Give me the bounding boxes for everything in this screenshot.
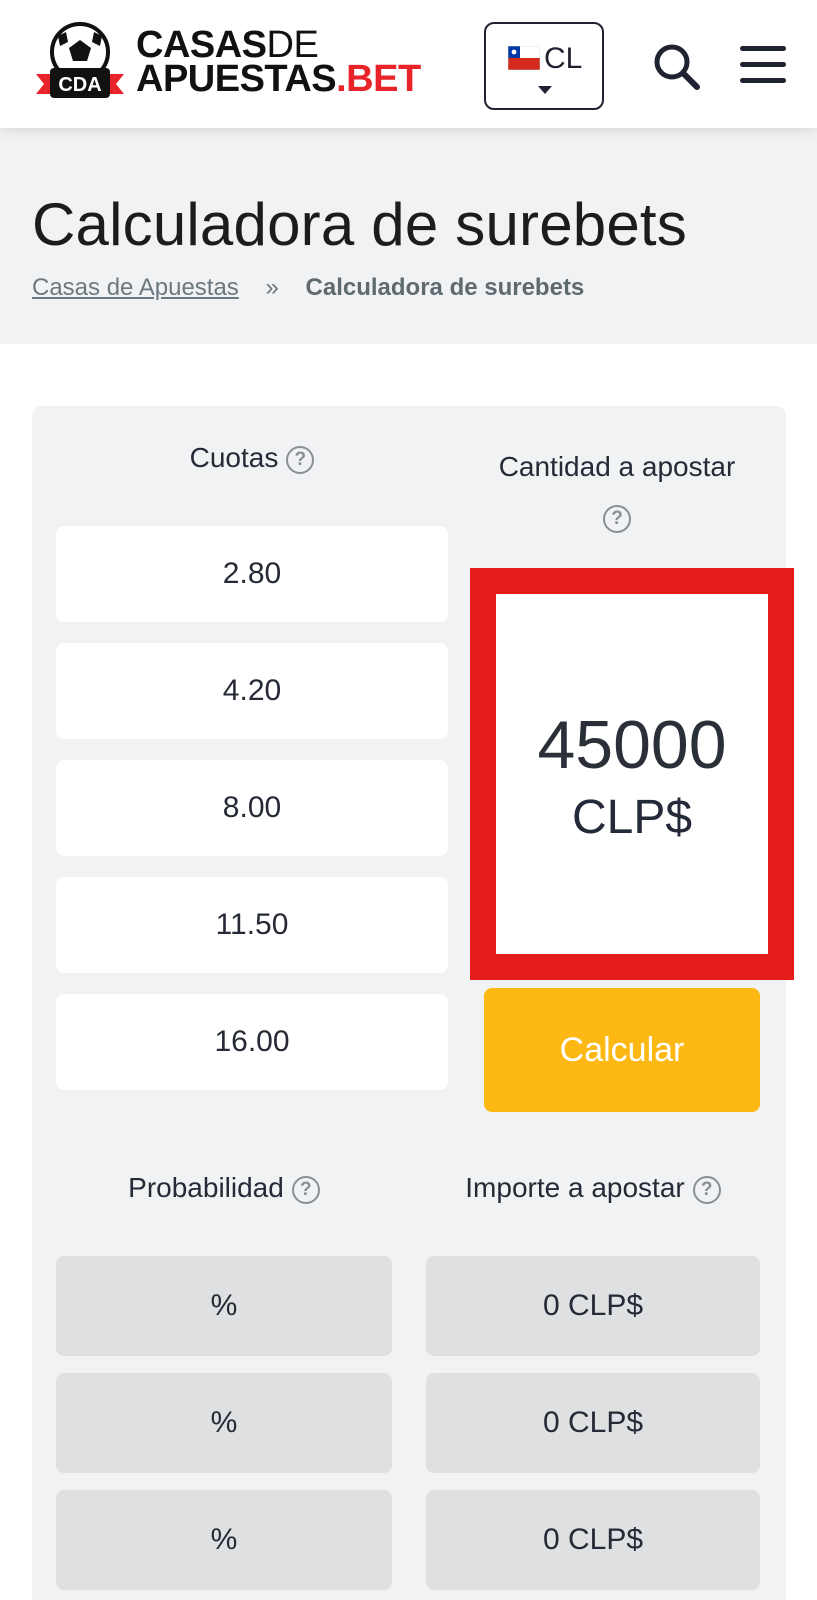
breadcrumb-home-link[interactable]: Casas de Apuestas <box>32 274 239 301</box>
site-header: CDA CASASDE APUESTAS.BET CL <box>0 0 817 128</box>
odds-input-4[interactable]: 11.50 <box>56 877 448 973</box>
language-code: CL <box>544 42 583 75</box>
probability-result-3: % <box>56 1490 392 1590</box>
odds-input-1[interactable]: 2.80 <box>56 526 448 622</box>
chile-flag-icon <box>508 46 540 70</box>
odds-input-5[interactable]: 16.00 <box>56 994 448 1090</box>
calculate-button[interactable]: Calcular <box>484 988 760 1112</box>
odds-input-3[interactable]: 8.00 <box>56 760 448 856</box>
probability-result-2: % <box>56 1373 392 1473</box>
stake-value: 45000 <box>537 707 727 783</box>
breadcrumb-separator: » <box>265 274 279 301</box>
page-title-section: Calculadora de surebets Casas de Apuesta… <box>0 128 817 344</box>
odds-column-header: Cuotas? <box>56 442 448 474</box>
logo-word-apuestas: APUESTAS <box>136 58 337 100</box>
amount-column-header: Importe a apostar? <box>426 1172 760 1204</box>
stake-column-header: Cantidad a apostar ? <box>472 442 762 542</box>
amount-label: Importe a apostar <box>465 1172 685 1203</box>
probability-label: Probabilidad <box>128 1172 284 1203</box>
help-icon[interactable]: ? <box>291 1175 320 1204</box>
help-icon[interactable]: ? <box>692 1175 721 1204</box>
stake-currency: CLP$ <box>571 791 693 844</box>
logo-badge-text: CDA <box>58 74 101 96</box>
stake-label: Cantidad a apostar <box>498 451 736 482</box>
odds-label: Cuotas <box>189 442 279 473</box>
menu-bar <box>740 62 786 67</box>
stake-input[interactable]: 45000 CLP$ <box>496 594 768 954</box>
menu-bar <box>740 78 786 83</box>
search-icon[interactable] <box>652 42 702 92</box>
logo-word-bet: .BET <box>336 58 421 100</box>
soccer-ball-logo-icon: CDA <box>36 22 124 98</box>
hamburger-menu-icon[interactable] <box>740 44 786 86</box>
page-title: Calculadora de surebets <box>32 191 687 258</box>
help-icon[interactable]: ? <box>603 504 631 533</box>
breadcrumb-current: Calculadora de surebets <box>305 274 585 301</box>
language-selector[interactable]: CL <box>484 22 604 110</box>
chevron-down-icon <box>538 86 552 94</box>
menu-bar <box>740 46 786 51</box>
probability-column-header: Probabilidad? <box>56 1172 392 1204</box>
breadcrumb: Casas de Apuestas » Calculadora de sureb… <box>32 274 584 302</box>
odds-input-2[interactable]: 4.20 <box>56 643 448 739</box>
stake-highlight-frame: 45000 CLP$ <box>470 568 794 980</box>
site-logo[interactable]: CDA CASASDE APUESTAS.BET <box>32 22 452 106</box>
amount-result-2: 0 CLP$ <box>426 1373 760 1473</box>
amount-result-3: 0 CLP$ <box>426 1490 760 1590</box>
help-icon[interactable]: ? <box>286 445 315 474</box>
probability-result-1: % <box>56 1256 392 1356</box>
amount-result-1: 0 CLP$ <box>426 1256 760 1356</box>
logo-wordmark: CASASDE APUESTAS.BET <box>136 26 421 98</box>
